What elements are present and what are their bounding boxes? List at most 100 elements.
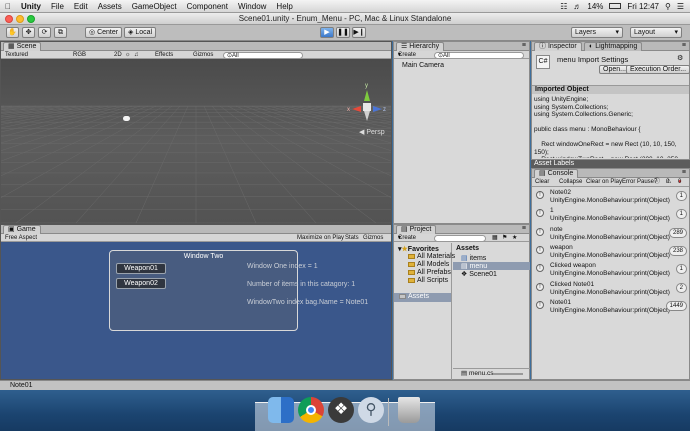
- chrome-icon[interactable]: [298, 397, 324, 423]
- clear-on-play-toggle[interactable]: Clear on Play: [586, 178, 622, 187]
- console-clear-button[interactable]: Clear: [535, 178, 549, 187]
- scene-viewport[interactable]: y x z ◀ Persp: [1, 60, 391, 223]
- menu-app-name[interactable]: Unity: [16, 2, 46, 11]
- panel-menu-icon[interactable]: ≡: [682, 42, 686, 49]
- play-button[interactable]: ▶: [320, 27, 334, 38]
- gizmos-dropdown[interactable]: Gizmos: [193, 51, 213, 59]
- menu-gameobject[interactable]: GameObject: [127, 2, 182, 11]
- hierarchy-search-input[interactable]: ⊙All: [434, 51, 524, 59]
- console-log-entry[interactable]: ! note UnityEngine.MonoBehaviour:print(Obj…: [532, 225, 689, 243]
- console-collapse-button[interactable]: Collapse: [559, 178, 582, 187]
- project-search-input[interactable]: [434, 234, 486, 242]
- filter-label-icon[interactable]: ⚑: [502, 234, 507, 242]
- project-create-dropdown[interactable]: Create ▾: [398, 234, 416, 242]
- tab-inspector[interactable]: ⓘ Inspector: [534, 42, 582, 51]
- stats-toggle[interactable]: Stats: [345, 234, 359, 242]
- gui-window-two[interactable]: Window Two Weapon01 Weapon02 Window One …: [109, 250, 368, 331]
- move-tool-button[interactable]: ✥: [22, 27, 35, 38]
- menu-help[interactable]: Help: [271, 2, 297, 11]
- trash-icon[interactable]: [398, 397, 420, 423]
- layers-label: Layers: [575, 29, 597, 36]
- maximize-on-play-toggle[interactable]: Maximize on Play: [297, 234, 344, 242]
- console-log-entry[interactable]: ! weapon UnityEngine.MonoBehaviour:print(O…: [532, 243, 689, 261]
- favorite-all-materials[interactable]: All Materials: [408, 253, 455, 260]
- asset-scene01[interactable]: ❖ Scene01: [461, 270, 497, 278]
- wifi-icon[interactable]: ☷: [560, 2, 567, 11]
- layout-dropdown[interactable]: Layout ▾: [630, 27, 682, 38]
- apple-icon[interactable]: : [0, 2, 16, 11]
- menu-file[interactable]: File: [46, 2, 69, 11]
- weapon01-button[interactable]: Weapon01: [116, 263, 166, 274]
- panel-menu-icon[interactable]: ≡: [522, 42, 526, 49]
- menu-edit[interactable]: Edit: [69, 2, 93, 11]
- finder-icon[interactable]: [268, 397, 294, 423]
- volume-icon[interactable]: ♬: [573, 2, 581, 11]
- aspect-dropdown[interactable]: Free Aspect: [5, 234, 37, 242]
- scene-search-input[interactable]: ⊙All: [223, 51, 303, 59]
- asset-menu[interactable]: ▤ menu: [453, 262, 530, 270]
- game-gizmos-dropdown[interactable]: Gizmos: [363, 234, 383, 242]
- console-log-entry[interactable]: ! Clicked weapon UnityEngine.MonoBehaviour…: [532, 261, 689, 279]
- layers-dropdown[interactable]: Layers ▾: [571, 27, 623, 38]
- hand-tool-button[interactable]: ✋: [6, 27, 19, 38]
- console-log-entry[interactable]: ! Note02 UnityEngine.MonoBehaviour:print(O…: [532, 188, 689, 206]
- weapon02-button[interactable]: Weapon02: [116, 278, 166, 289]
- menu-assets[interactable]: Assets: [93, 2, 127, 11]
- tab-scene[interactable]: ▦ Scene: [3, 42, 42, 51]
- close-window-button[interactable]: [5, 15, 13, 23]
- favorite-all-prefabs[interactable]: All Prefabs: [408, 269, 451, 276]
- rotate-tool-button[interactable]: ⟳: [38, 27, 51, 38]
- list-icon[interactable]: ☰: [677, 2, 684, 11]
- console-log-entry[interactable]: ! Note01 UnityEngine.MonoBehaviour:print(O…: [532, 298, 689, 316]
- tab-hierarchy[interactable]: ☰ Hierarchy: [396, 42, 445, 51]
- console-log-entry[interactable]: ! 1 UnityEngine.MonoBehaviour:print(Object…: [532, 206, 689, 224]
- clock[interactable]: Fri 12:47: [627, 2, 659, 11]
- pause-button[interactable]: ❚❚: [336, 27, 350, 38]
- console-log-entry[interactable]: ! Clicked Note01 UnityEngine.MonoBehaviour…: [532, 280, 689, 298]
- preview-icon[interactable]: ⚲: [358, 397, 384, 423]
- center-pivot-button[interactable]: ◎ Center: [85, 27, 123, 38]
- battery-percent[interactable]: 14%: [587, 2, 603, 11]
- step-button[interactable]: ▶❙: [352, 27, 366, 38]
- minimize-window-button[interactable]: [16, 15, 24, 23]
- light-toggle-icon[interactable]: ☼: [125, 51, 131, 59]
- axis-gizmo-icon[interactable]: [347, 87, 387, 127]
- menu-window[interactable]: Window: [233, 2, 271, 11]
- hierarchy-item-main-camera[interactable]: Main Camera: [402, 62, 444, 69]
- effects-dropdown[interactable]: Effects: [155, 51, 173, 59]
- tab-console[interactable]: ▤ Console: [534, 169, 579, 178]
- zoom-window-button[interactable]: [27, 15, 35, 23]
- scale-tool-button[interactable]: ⧉: [54, 27, 67, 38]
- assets-root-folder[interactable]: Assets: [394, 293, 451, 302]
- perspective-label[interactable]: ◀ Persp: [359, 128, 385, 136]
- mode-2d-button[interactable]: 2D: [114, 51, 122, 59]
- tab-project[interactable]: ▤ Project: [396, 225, 437, 234]
- audio-toggle-icon[interactable]: ♫: [134, 51, 139, 59]
- favorite-all-scripts[interactable]: All Scripts: [408, 277, 448, 284]
- settings-gear-icon[interactable]: ⚙: [677, 54, 683, 62]
- panel-menu-icon[interactable]: ≡: [522, 225, 526, 232]
- asset-items[interactable]: ▤ items: [461, 254, 486, 262]
- shading-dropdown[interactable]: Textured: [5, 51, 28, 59]
- panel-menu-icon[interactable]: ≡: [682, 169, 686, 176]
- execution-order-button[interactable]: Execution Order...: [626, 65, 690, 74]
- favorite-star-icon[interactable]: ★: [512, 234, 517, 242]
- tab-game[interactable]: ▣ Game: [3, 225, 41, 234]
- menu-component[interactable]: Component: [182, 2, 233, 11]
- favorites-header[interactable]: ▾★Favorites: [398, 245, 439, 253]
- battery-icon[interactable]: [609, 3, 622, 9]
- filter-type-icon[interactable]: ▦: [492, 234, 498, 242]
- hierarchy-create-dropdown[interactable]: Create ▾: [398, 51, 416, 59]
- favorite-all-models[interactable]: All Models: [408, 261, 449, 268]
- status-bar[interactable]: Note01: [0, 380, 690, 390]
- zoom-slider[interactable]: [493, 373, 523, 375]
- local-button[interactable]: ◈ Local: [124, 27, 157, 38]
- asset-labels-bar[interactable]: Asset Labels: [531, 160, 690, 168]
- camera-gizmo-icon[interactable]: [123, 116, 130, 121]
- unity-icon[interactable]: ❖: [328, 397, 354, 423]
- rgb-dropdown[interactable]: RGB: [73, 51, 86, 59]
- search-icon[interactable]: ⚲: [665, 2, 671, 11]
- orientation-gizmo[interactable]: y x z: [347, 83, 387, 127]
- error-pause-toggle[interactable]: Error Pause: [622, 178, 654, 187]
- tab-lightmapping[interactable]: ◐ Lightmapping: [584, 42, 643, 51]
